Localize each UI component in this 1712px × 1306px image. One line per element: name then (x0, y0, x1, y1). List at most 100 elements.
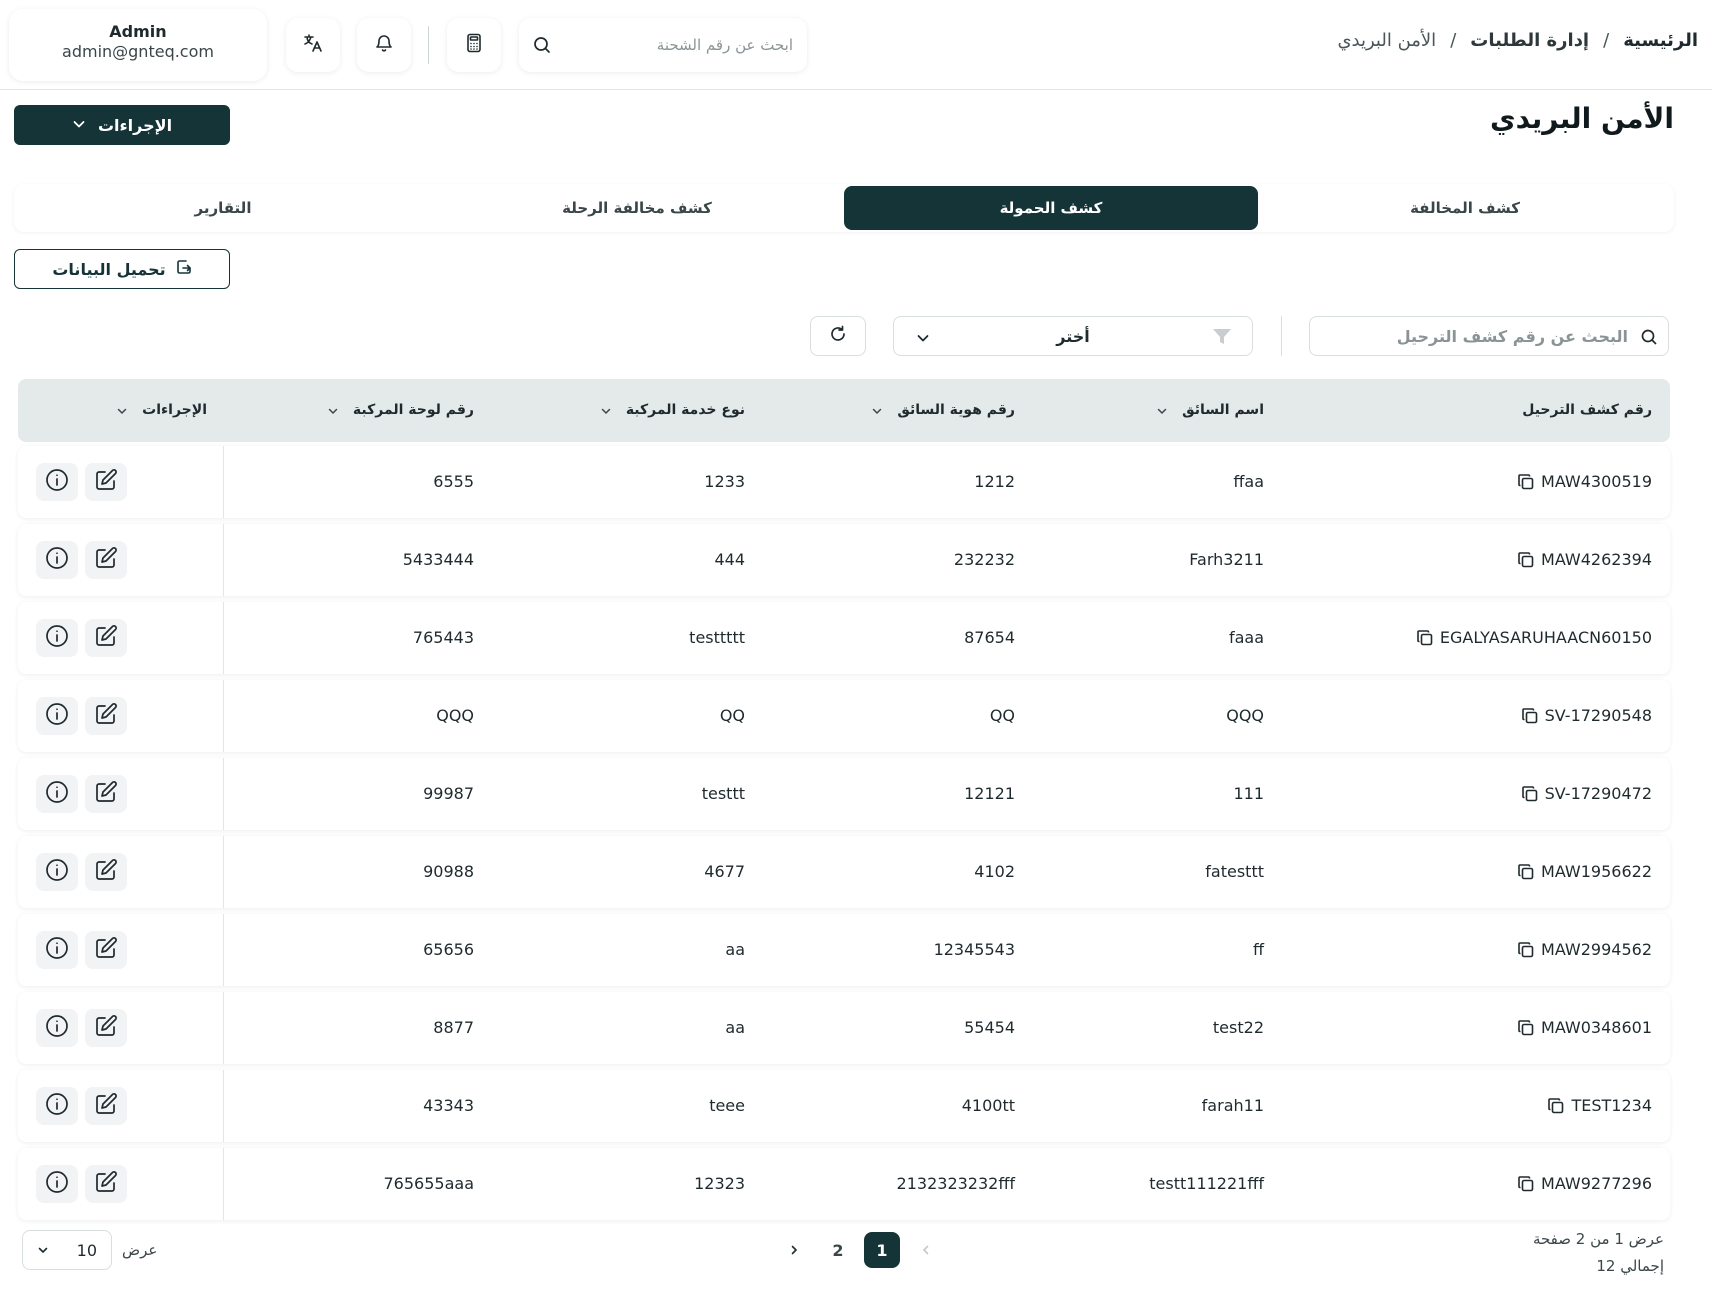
copy-icon[interactable] (1517, 941, 1535, 959)
page-size-value: 10 (76, 1240, 97, 1260)
table-row[interactable]: MAW2994562 ff 12345543 aa 65656 (18, 914, 1670, 986)
info-button[interactable] (36, 1009, 78, 1047)
table-row[interactable]: MAW4262394 Farh3211 232232 444 5433444 (18, 524, 1670, 596)
info-button[interactable] (36, 1165, 78, 1203)
copy-icon[interactable] (1517, 473, 1535, 491)
calculator-button[interactable] (447, 18, 501, 72)
edit-button[interactable] (85, 1165, 127, 1203)
column-header-plate-number[interactable]: رقم لوحة المركبة (327, 379, 474, 442)
chevron-left-icon (920, 1241, 932, 1260)
copy-icon[interactable] (1416, 629, 1434, 647)
edit-button[interactable] (85, 619, 127, 657)
table-row[interactable]: SV-17290548 QQQ QQ QQ QQQ (18, 680, 1670, 752)
refresh-button[interactable] (810, 316, 866, 356)
edit-icon (94, 858, 118, 886)
column-header-service-type[interactable]: نوع خدمة المركبة (600, 379, 745, 442)
breadcrumb-orders[interactable]: إدارة الطلبات (1470, 30, 1589, 51)
driver-id-cell: 87654 (964, 628, 1015, 647)
tab-load-manifest[interactable]: كشف الحمولة (844, 186, 1258, 230)
search-placeholder: ابحث عن رقم الشحنة (656, 36, 793, 54)
actions-divider (223, 524, 224, 596)
breadcrumb-home[interactable]: الرئيسية (1623, 30, 1698, 51)
table-row[interactable]: TEST1234 farah11 4100tt teee 43343 (18, 1070, 1670, 1142)
column-header-driver-id[interactable]: رقم هوية السائق (871, 379, 1015, 442)
info-button[interactable] (36, 931, 78, 969)
calculator-icon (466, 33, 482, 57)
previous-page-button[interactable] (904, 1232, 948, 1268)
tab-reports[interactable]: التقارير (16, 186, 430, 230)
tab-trip-violation-manifest[interactable]: كشف مخالفة الرحلة (430, 186, 844, 230)
copy-icon[interactable] (1521, 785, 1539, 803)
plate-number-cell: 65656 (423, 940, 474, 959)
download-data-button[interactable]: تحميل البيانات (14, 249, 230, 289)
actions-divider (223, 836, 224, 908)
table-row[interactable]: EGALYASARUHAACN60150 faaa 87654 testtttt 765… (18, 602, 1670, 674)
edit-button[interactable] (85, 697, 127, 735)
page-size-select[interactable]: 10 (22, 1230, 112, 1270)
column-header-actions[interactable]: الإجراءات (116, 379, 207, 442)
notifications-button[interactable] (357, 18, 411, 72)
manifest-number-cell: MAW2994562 (1517, 914, 1652, 986)
plate-number-cell: 765655aaa (383, 1174, 475, 1193)
actions-divider (223, 1148, 224, 1220)
manifest-number: EGALYASARUHAACN60150 (1439, 628, 1652, 647)
edit-button[interactable] (85, 541, 127, 579)
table-row[interactable]: SV-17290472 111 12121 testtt 99987 (18, 758, 1670, 830)
edit-icon (94, 468, 118, 496)
bell-icon (375, 33, 393, 57)
edit-icon (94, 936, 118, 964)
table-row[interactable]: MAW1956622 fatesttt 4102 4677 90988 (18, 836, 1670, 908)
plate-number-cell: QQQ (436, 706, 474, 725)
copy-icon[interactable] (1517, 863, 1535, 881)
search-icon (532, 35, 552, 59)
edit-icon (94, 1014, 118, 1042)
chevron-down-icon[interactable] (1156, 405, 1168, 417)
info-button[interactable] (36, 541, 78, 579)
info-button[interactable] (36, 697, 78, 735)
chevron-down-icon[interactable] (327, 405, 339, 417)
edit-button[interactable] (85, 1009, 127, 1047)
info-button[interactable] (36, 1087, 78, 1125)
service-type-cell: aa (725, 940, 745, 959)
plate-number-cell: 43343 (423, 1096, 474, 1115)
info-button[interactable] (36, 619, 78, 657)
info-icon (45, 936, 69, 964)
column-header-driver-name[interactable]: اسم السائق (1156, 379, 1264, 442)
shipment-search-input[interactable]: ابحث عن رقم الشحنة (519, 18, 807, 72)
table-row[interactable]: MAW0348601 test22 55454 aa 8877 (18, 992, 1670, 1064)
info-button[interactable] (36, 775, 78, 813)
user-profile-card[interactable]: Admin admin@gnteq.com (9, 9, 267, 81)
edit-icon (94, 1092, 118, 1120)
driver-id-cell: 12121 (964, 784, 1015, 803)
plate-number-cell: 8877 (433, 1018, 474, 1037)
edit-button[interactable] (85, 775, 127, 813)
manifest-search-input[interactable]: البحث عن رقم كشف الترحيل (1309, 316, 1669, 356)
info-button[interactable] (36, 853, 78, 891)
copy-icon[interactable] (1521, 707, 1539, 725)
filter-select[interactable]: أختر (893, 316, 1253, 356)
manifest-number: MAW2994562 (1541, 940, 1652, 959)
tab-violation-manifest[interactable]: كشف المخالفة (1258, 186, 1672, 230)
chevron-down-icon[interactable] (116, 405, 128, 417)
chevron-down-icon[interactable] (600, 405, 612, 417)
page-button-2[interactable]: 2 (816, 1232, 860, 1268)
page-button-1[interactable]: 1 (864, 1232, 900, 1268)
edit-button[interactable] (85, 931, 127, 969)
copy-icon[interactable] (1517, 1175, 1535, 1193)
info-button[interactable] (36, 463, 78, 501)
copy-icon[interactable] (1517, 1019, 1535, 1037)
actions-label: الإجراءات (97, 115, 173, 135)
copy-icon[interactable] (1547, 1097, 1565, 1115)
table-row[interactable]: MAW4300519 ffaa 1212 1233 6555 (18, 446, 1670, 518)
copy-icon[interactable] (1517, 551, 1535, 569)
chevron-down-icon[interactable] (871, 405, 883, 417)
actions-dropdown-button[interactable]: الإجراءات (14, 105, 230, 145)
next-page-button[interactable] (772, 1232, 816, 1268)
edit-button[interactable] (85, 463, 127, 501)
language-button[interactable] (286, 18, 340, 72)
table-row[interactable]: MAW9277296 testt111221fff 2132323232fff 123… (18, 1148, 1670, 1220)
edit-button[interactable] (85, 1087, 127, 1125)
edit-button[interactable] (85, 853, 127, 891)
manifest-number: MAW0348601 (1541, 1018, 1652, 1037)
column-header-manifest-number[interactable]: رقم كشف الترحيل (1522, 379, 1652, 442)
